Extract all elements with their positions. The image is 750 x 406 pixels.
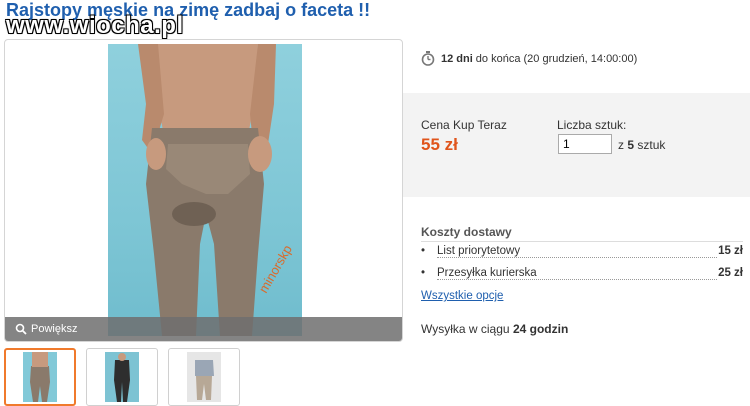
watermark: www.wiocha.pl — [6, 12, 184, 39]
shipping-costs: Koszty dostawy • List priorytetowy 15 zł… — [421, 225, 743, 304]
quantity-available: z 5 sztuk — [618, 138, 665, 152]
thumbnail-1-image — [23, 352, 57, 402]
zoom-label: Powiększ — [31, 323, 78, 335]
quantity-of-prefix: z — [618, 138, 624, 152]
price-label: Cena Kup Teraz — [421, 118, 507, 132]
shipping-option-cost: 15 zł — [716, 245, 743, 257]
days-remaining: 12 dni — [441, 52, 473, 65]
buy-now-box: Cena Kup Teraz 55 zł Liczba sztuk: z 5 s… — [403, 93, 750, 197]
end-date: (20 grudzień, 14:00:00) — [523, 52, 638, 65]
dispatch-time: Wysyłka w ciągu 24 godzin — [421, 322, 568, 336]
thumbnail-3-image — [187, 352, 221, 402]
shipping-option: • List priorytetowy 15 zł — [421, 245, 743, 264]
shipping-option-name: Przesyłka kurierska — [437, 267, 539, 279]
product-photo-illustration: minorskp — [138, 44, 295, 336]
quantity-max: 5 — [627, 138, 635, 152]
dotted-leader — [437, 257, 717, 258]
shipping-title: Koszty dostawy — [421, 225, 743, 242]
bullet: • — [421, 267, 426, 279]
product-gallery: minorskp Powiększ — [4, 39, 403, 342]
zoom-button[interactable]: Powiększ — [5, 317, 402, 341]
shipping-option-name: List priorytetowy — [437, 245, 523, 257]
product-photo[interactable]: minorskp — [108, 44, 302, 336]
shipping-option: • Przesyłka kurierska 25 zł — [421, 267, 743, 286]
thumbnail-1[interactable] — [4, 348, 76, 406]
bullet: • — [421, 245, 426, 257]
thumbnail-3[interactable] — [168, 348, 240, 406]
shipping-option-cost: 25 zł — [716, 267, 743, 279]
magnifier-icon — [15, 323, 27, 335]
thumbnail-strip — [4, 348, 240, 406]
thumbnail-2-image — [105, 352, 139, 402]
quantity-input[interactable] — [558, 134, 612, 154]
quantity-unit: sztuk — [637, 138, 666, 152]
dispatch-hours: 24 godzin — [512, 322, 569, 336]
svg-text:minorskp: minorskp — [256, 242, 295, 295]
quantity-label: Liczba sztuk: — [557, 118, 627, 132]
dotted-leader — [437, 279, 717, 280]
stopwatch-icon — [421, 51, 435, 66]
time-remaining: 12 dni do końca (20 grudzień, 14:00:00) — [421, 51, 637, 66]
dispatch-prefix: Wysyłka w ciągu — [421, 322, 510, 336]
all-shipping-options-link[interactable]: Wszystkie opcje — [421, 290, 503, 302]
price-value: 55 zł — [421, 135, 458, 154]
until-label: do końca — [475, 52, 521, 65]
thumbnail-2[interactable] — [86, 348, 158, 406]
